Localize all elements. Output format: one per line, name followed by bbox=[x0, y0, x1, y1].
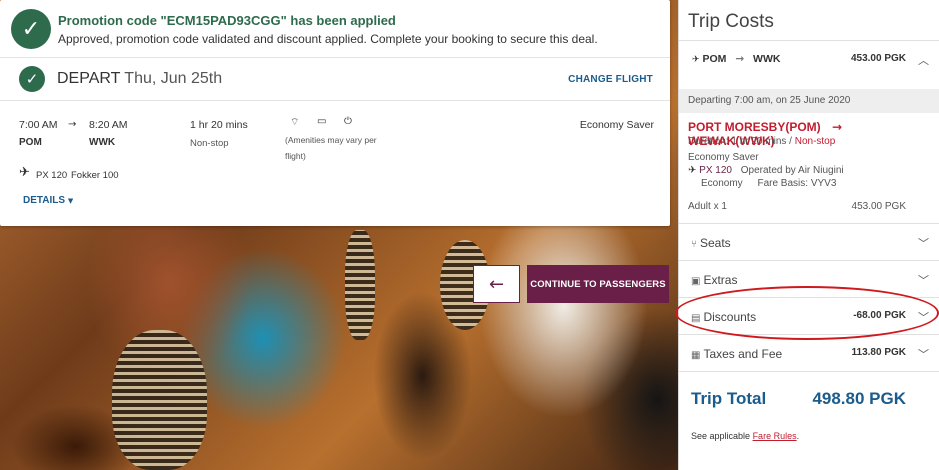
fare-rules-link[interactable]: Fare Rules bbox=[753, 431, 797, 441]
arrow-right-icon: → bbox=[68, 119, 77, 130]
fare-rules-note: See applicable Fare Rules. bbox=[691, 431, 799, 441]
fare-basis: Fare Basis: VYV3 bbox=[757, 178, 837, 189]
details-label: DETAILS bbox=[23, 195, 66, 206]
departure-code: POM bbox=[19, 137, 42, 148]
airplane-icon: ✈ bbox=[688, 165, 697, 176]
trip-costs-title: Trip Costs bbox=[688, 11, 774, 32]
caret-down-icon: ▼ bbox=[67, 197, 74, 205]
depart-date: Thu, Jun 25th bbox=[124, 70, 223, 87]
flight-duration: 1 hr 20 mins bbox=[190, 119, 248, 131]
promotion-title: Promotion code "ECM15PAD93CGG" has been … bbox=[58, 13, 396, 28]
route-price: 453.00 PGK bbox=[850, 53, 906, 64]
route-destination: WWK bbox=[753, 53, 781, 65]
flight-segment: 7:00 AM → 8:20 AM POM WWK 1 hr 20 mins N… bbox=[0, 101, 670, 226]
discount-tag-icon: ▤ bbox=[691, 313, 701, 324]
taxes-row[interactable]: ▦ Taxes and Fee 113.80 PGK ﹀ bbox=[679, 334, 939, 371]
trip-costs-panel: Trip Costs ✈ POM → WWK 453.00 PGK ︿ Depa… bbox=[678, 0, 939, 470]
route-text: ✈ POM → WWK bbox=[692, 53, 780, 65]
departing-info: Departing 7:00 am, on 25 June 2020 bbox=[679, 89, 939, 113]
extras-text: Extras bbox=[703, 273, 738, 287]
airplane-icon: ✈ bbox=[19, 165, 30, 180]
cabin-class: Economy bbox=[701, 178, 743, 189]
route-origin: POM bbox=[702, 53, 727, 65]
extras-label: ▣ Extras bbox=[691, 273, 737, 287]
stops-text: Non-stop bbox=[794, 136, 836, 147]
passenger-count: Adult x 1 bbox=[688, 201, 727, 212]
origin-city: PORT MORESBY(POM) bbox=[688, 120, 821, 134]
fare-family: Economy Saver bbox=[688, 152, 759, 163]
back-button[interactable]: ← bbox=[473, 265, 520, 303]
trip-total-value: 498.80 PGK bbox=[812, 389, 906, 408]
discounts-row[interactable]: ▤ Discounts -68.00 PGK ﹀ bbox=[679, 297, 939, 334]
arrival-code: WWK bbox=[89, 137, 116, 148]
aircraft-type: Fokker 100 bbox=[71, 170, 119, 181]
carved-mask-image bbox=[112, 330, 207, 470]
flight-detail: PORT MORESBY(POM) → WEWAK(WWK) Duration:… bbox=[679, 113, 939, 221]
flight-summary-card: ✓ Promotion code "ECM15PAD93CGG" has bee… bbox=[0, 0, 670, 226]
trip-total-label: Trip Total bbox=[691, 389, 767, 408]
carved-mask-image bbox=[345, 230, 375, 340]
seats-label: ⑂ Seats bbox=[691, 236, 731, 250]
flight-operator-line: ✈ PX 120 Operated by Air Niugini bbox=[688, 165, 844, 176]
seats-text: Seats bbox=[700, 236, 731, 250]
duration-text: Duration: 1 hr 20 mins / bbox=[688, 136, 792, 147]
power-icon: ⏻ bbox=[344, 116, 352, 127]
operated-by: Operated by Air Niugini bbox=[740, 165, 844, 176]
taxes-value: 113.80 PGK bbox=[851, 347, 906, 358]
taxes-label: ▦ Taxes and Fee bbox=[691, 347, 782, 361]
trip-total-section: Trip Total 498.80 PGK See applicable Far… bbox=[679, 371, 939, 470]
seat-icon: ⑂ bbox=[691, 239, 697, 250]
flight-stops: Non-stop bbox=[190, 138, 229, 149]
promotion-banner: ✓ Promotion code "ECM15PAD93CGG" has bee… bbox=[0, 0, 670, 58]
seats-row[interactable]: ⑂ Seats ﹀ bbox=[679, 223, 939, 260]
amenities-note-line: flight) bbox=[285, 151, 306, 161]
continue-to-passengers-button[interactable]: CONTINUE TO PASSENGERS bbox=[527, 265, 669, 303]
check-icon: ✓ bbox=[11, 9, 51, 49]
cabin-line: Economy Fare Basis: VYV3 bbox=[701, 178, 836, 189]
airplane-icon: ✈ bbox=[692, 55, 700, 65]
chevron-down-icon[interactable]: ﹀ bbox=[918, 235, 929, 251]
chevron-down-icon[interactable]: ﹀ bbox=[918, 272, 929, 288]
chevron-down-icon[interactable]: ﹀ bbox=[918, 309, 929, 325]
fare-note-suffix: . bbox=[796, 431, 800, 441]
change-flight-link[interactable]: CHANGE FLIGHT bbox=[568, 74, 653, 85]
chevron-up-icon[interactable]: ︿ bbox=[918, 52, 929, 68]
fare-note-text: See applicable bbox=[691, 431, 751, 441]
discounts-text: Discounts bbox=[703, 310, 757, 324]
discounts-label: ▤ Discounts bbox=[691, 310, 756, 324]
departure-time: 7:00 AM bbox=[19, 119, 58, 131]
promotion-message: Approved, promotion code validated and d… bbox=[58, 32, 598, 46]
arrow-right-icon: → bbox=[832, 120, 843, 134]
depart-header: ✓ DEPART Thu, Jun 25th CHANGE FLIGHT bbox=[0, 58, 670, 101]
taxes-text: Taxes and Fee bbox=[703, 347, 783, 361]
luggage-icon: ▣ bbox=[691, 276, 701, 287]
extras-row[interactable]: ▣ Extras ﹀ bbox=[679, 260, 939, 297]
power-outlet-icon: ▭ bbox=[317, 116, 327, 127]
arrow-left-icon: ← bbox=[488, 273, 505, 295]
fare-class: Economy Saver bbox=[579, 119, 654, 131]
wifi-icon: ⌔ bbox=[290, 117, 300, 128]
amenities-note-line: (Amenities may vary per bbox=[285, 135, 377, 145]
discounts-value: -68.00 PGK bbox=[853, 310, 906, 321]
duration-line: Duration: 1 hr 20 mins / Non-stop bbox=[688, 136, 835, 147]
check-icon: ✓ bbox=[19, 66, 45, 92]
arrival-time: 8:20 AM bbox=[89, 119, 128, 131]
route-summary-row[interactable]: ✈ POM → WWK 453.00 PGK ︿ bbox=[679, 41, 939, 87]
tax-icon: ▦ bbox=[691, 350, 701, 361]
passenger-price: 453.00 PGK bbox=[851, 201, 906, 212]
flight-number: PX 120 bbox=[36, 170, 68, 181]
flight-number: PX 120 bbox=[699, 165, 732, 176]
depart-label: DEPART bbox=[57, 70, 121, 87]
amenities-note: (Amenities may vary per flight) bbox=[285, 132, 377, 164]
details-link[interactable]: DETAILS ▼ bbox=[23, 195, 73, 206]
arrow-right-icon: → bbox=[735, 53, 745, 65]
chevron-down-icon[interactable]: ﹀ bbox=[918, 346, 929, 362]
depart-title: DEPART Thu, Jun 25th bbox=[57, 70, 222, 88]
